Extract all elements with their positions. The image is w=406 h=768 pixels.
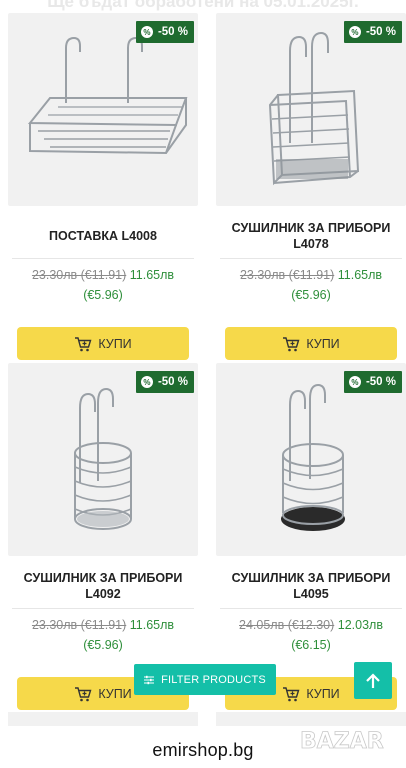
buy-label: КУПИ <box>98 336 132 351</box>
arrow-up-icon <box>366 672 380 688</box>
product-image[interactable]: % -50 % <box>216 363 406 556</box>
product-title[interactable]: ПОСТАВКА L4008 <box>8 216 198 256</box>
filter-products-button[interactable]: FILTER PRODUCTS <box>134 664 276 695</box>
product-card: % -50 % СУШИЛНИК ЗА ПРИБОРИ L4092 23.30л… <box>8 363 198 710</box>
old-price: 24.05лв (€12.30) <box>239 618 335 632</box>
discount-badge: % -50 % <box>135 371 194 393</box>
buy-label: КУПИ <box>306 336 340 351</box>
scroll-to-top-button[interactable] <box>354 662 392 699</box>
product-title[interactable]: СУШИЛНИК ЗА ПРИБОРИ L4078 <box>216 216 406 256</box>
discount-badge: % -50 % <box>135 21 194 43</box>
divider <box>12 258 194 259</box>
sliders-icon <box>144 675 155 684</box>
old-price: 23.30лв (€11.91) <box>239 268 335 282</box>
product-title[interactable]: СУШИЛНИК ЗА ПРИБОРИ L4092 <box>8 566 198 606</box>
new-price: 11.65лв <box>337 268 383 282</box>
percent-icon: % <box>140 26 153 38</box>
discount-label: -50 % <box>157 26 188 38</box>
new-price: 12.03лв <box>337 618 383 632</box>
product-image[interactable]: % -50 % <box>8 363 198 556</box>
new-price-eur: (€5.96) <box>83 638 123 652</box>
cart-icon <box>283 686 300 701</box>
new-price: 11.65лв <box>129 618 175 632</box>
old-price: 23.30лв (€11.91) <box>31 268 127 282</box>
buy-label: КУПИ <box>98 686 132 701</box>
discount-label: -50 % <box>365 26 396 38</box>
new-price-eur: (€6.15) <box>291 638 331 652</box>
percent-icon: % <box>348 376 361 388</box>
cart-icon <box>75 336 92 351</box>
divider <box>220 258 402 259</box>
new-price: 11.65лв <box>129 268 175 282</box>
product-card: % -50 % ПОСТАВКА L4008 23.30лв (€11.91) … <box>8 13 198 360</box>
price-block: 23.30лв (€11.91) 11.65лв (€5.96) <box>8 265 198 309</box>
product-card: % -50 % СУШИЛНИК ЗА ПРИБОРИ L4095 24.05л… <box>216 363 406 710</box>
new-price-eur: (€5.96) <box>291 288 331 302</box>
svg-text:BAZAR: BAZAR <box>300 729 384 754</box>
next-product-image[interactable] <box>8 712 198 726</box>
bazar-logo: BAZAR <box>300 729 385 755</box>
cart-icon <box>75 686 92 701</box>
price-block: 23.30лв (€11.91) 11.65лв (€5.96) <box>8 615 198 659</box>
product-title[interactable]: СУШИЛНИК ЗА ПРИБОРИ L4095 <box>216 566 406 606</box>
discount-badge: % -50 % <box>343 21 402 43</box>
discount-badge: % -50 % <box>343 371 402 393</box>
filter-products-label: FILTER PRODUCTS <box>161 673 266 686</box>
old-price: 23.30лв (€11.91) <box>31 618 127 632</box>
buy-button[interactable]: КУПИ <box>225 327 397 360</box>
divider <box>12 608 194 609</box>
divider <box>220 608 402 609</box>
cart-icon <box>283 336 300 351</box>
product-image[interactable]: % -50 % <box>216 13 406 206</box>
price-block: 24.05лв (€12.30) 12.03лв (€6.15) <box>216 615 406 659</box>
product-image[interactable]: % -50 % <box>8 13 198 206</box>
discount-label: -50 % <box>365 376 396 388</box>
site-watermark: emirshop.bg <box>129 732 277 768</box>
percent-icon: % <box>348 26 361 38</box>
product-card: % -50 % СУШИЛНИК ЗА ПРИБОРИ L4078 23.30л… <box>216 13 406 360</box>
buy-button[interactable]: КУПИ <box>17 327 189 360</box>
percent-icon: % <box>140 376 153 388</box>
discount-label: -50 % <box>157 376 188 388</box>
buy-label: КУПИ <box>306 686 340 701</box>
new-price-eur: (€5.96) <box>83 288 123 302</box>
price-block: 23.30лв (€11.91) 11.65лв (€5.96) <box>216 265 406 309</box>
